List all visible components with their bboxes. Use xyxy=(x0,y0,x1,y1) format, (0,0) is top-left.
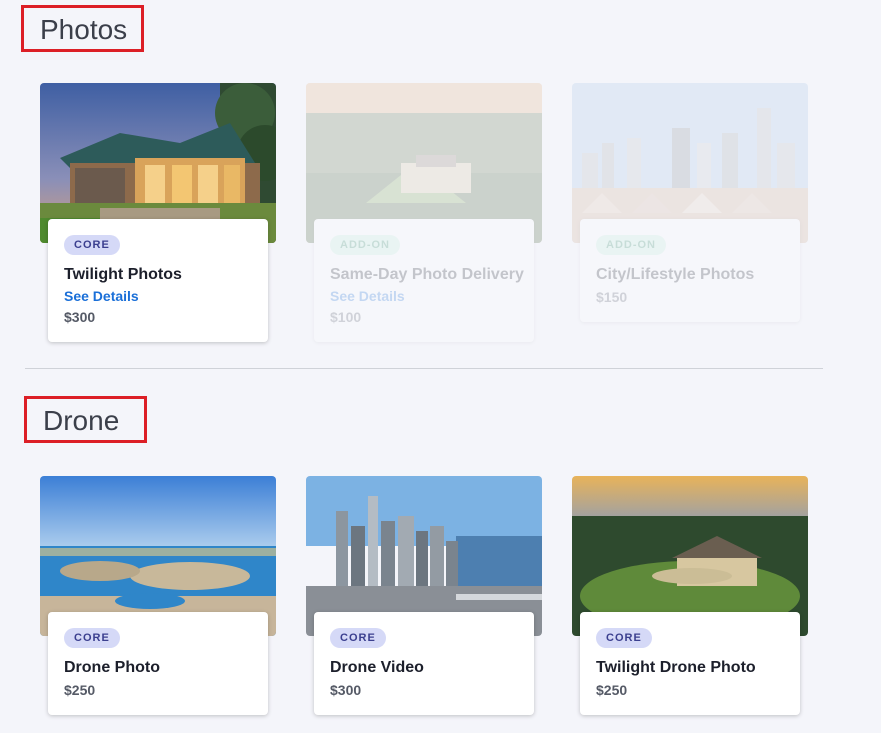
service-title: City/Lifestyle Photos xyxy=(596,266,755,283)
add-on-badge: ADD-ON xyxy=(330,235,400,255)
service-price: $250 xyxy=(64,682,96,698)
service-title: Twilight Photos xyxy=(64,266,182,283)
service-title: Drone Video xyxy=(330,659,424,676)
service-card-body: CORE Drone Photo $250 xyxy=(48,612,268,715)
service-price: $150 xyxy=(596,289,628,305)
service-card-drone-photo[interactable]: CORE Drone Photo $250 xyxy=(40,476,276,733)
service-price: $100 xyxy=(330,309,362,325)
core-badge: CORE xyxy=(64,235,120,255)
service-card-city-lifestyle-photos[interactable]: ADD-ON City/Lifestyle Photos $150 xyxy=(572,83,808,347)
core-badge: CORE xyxy=(64,628,120,648)
service-card-twilight-photos[interactable]: CORE Twilight Photos See Details $300 xyxy=(40,83,276,347)
section-title-photos: Photos xyxy=(21,5,144,52)
service-card-body: CORE Drone Video $300 xyxy=(314,612,534,715)
service-price: $300 xyxy=(64,309,96,325)
service-card-body: ADD-ON Same-Day Photo Delivery See Detai… xyxy=(314,219,534,342)
see-details-link[interactable]: See Details xyxy=(330,288,518,305)
service-price: $300 xyxy=(330,682,362,698)
section-divider xyxy=(25,368,823,369)
see-details-link[interactable]: See Details xyxy=(64,288,252,305)
service-title: Drone Photo xyxy=(64,659,160,676)
section-title-drone: Drone xyxy=(24,396,147,443)
service-card-body: CORE Twilight Drone Photo $250 xyxy=(580,612,800,715)
service-title: Same-Day Photo Delivery xyxy=(330,266,524,283)
service-card-drone-video[interactable]: CORE Drone Video $300 xyxy=(306,476,542,733)
core-badge: CORE xyxy=(330,628,386,648)
service-card-body: CORE Twilight Photos See Details $300 xyxy=(48,219,268,342)
service-title: Twilight Drone Photo xyxy=(596,659,756,676)
service-card-body: ADD-ON City/Lifestyle Photos $150 xyxy=(580,219,800,322)
service-price: $250 xyxy=(596,682,628,698)
core-badge: CORE xyxy=(596,628,652,648)
service-card-twilight-drone-photo[interactable]: CORE Twilight Drone Photo $250 xyxy=(572,476,808,733)
service-card-same-day-photo-delivery[interactable]: ADD-ON Same-Day Photo Delivery See Detai… xyxy=(306,83,542,347)
add-on-badge: ADD-ON xyxy=(596,235,666,255)
